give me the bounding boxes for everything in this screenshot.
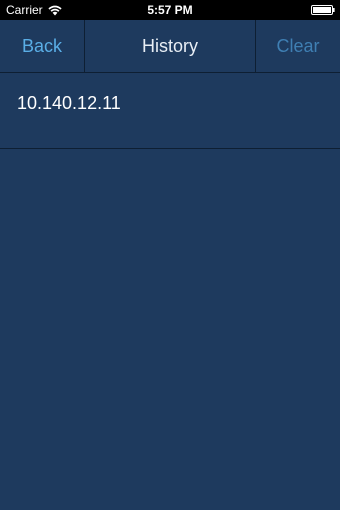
battery-icon [311,5,335,15]
page-title: History [141,36,198,56]
navigation-bar: Back History Clear [0,20,340,73]
back-button[interactable]: Back [0,20,85,72]
history-item-label: 10.140.12.11 [17,93,121,113]
history-list: 10.140.12.11 [0,73,340,149]
clear-button[interactable]: Clear [255,20,340,72]
history-screen: Carrier 5:57 PM Back History Clear 10.14… [0,0,340,510]
status-bar: Carrier 5:57 PM [0,0,340,20]
status-time: 5:57 PM [147,3,193,17]
history-item[interactable]: 10.140.12.11 [0,73,340,149]
